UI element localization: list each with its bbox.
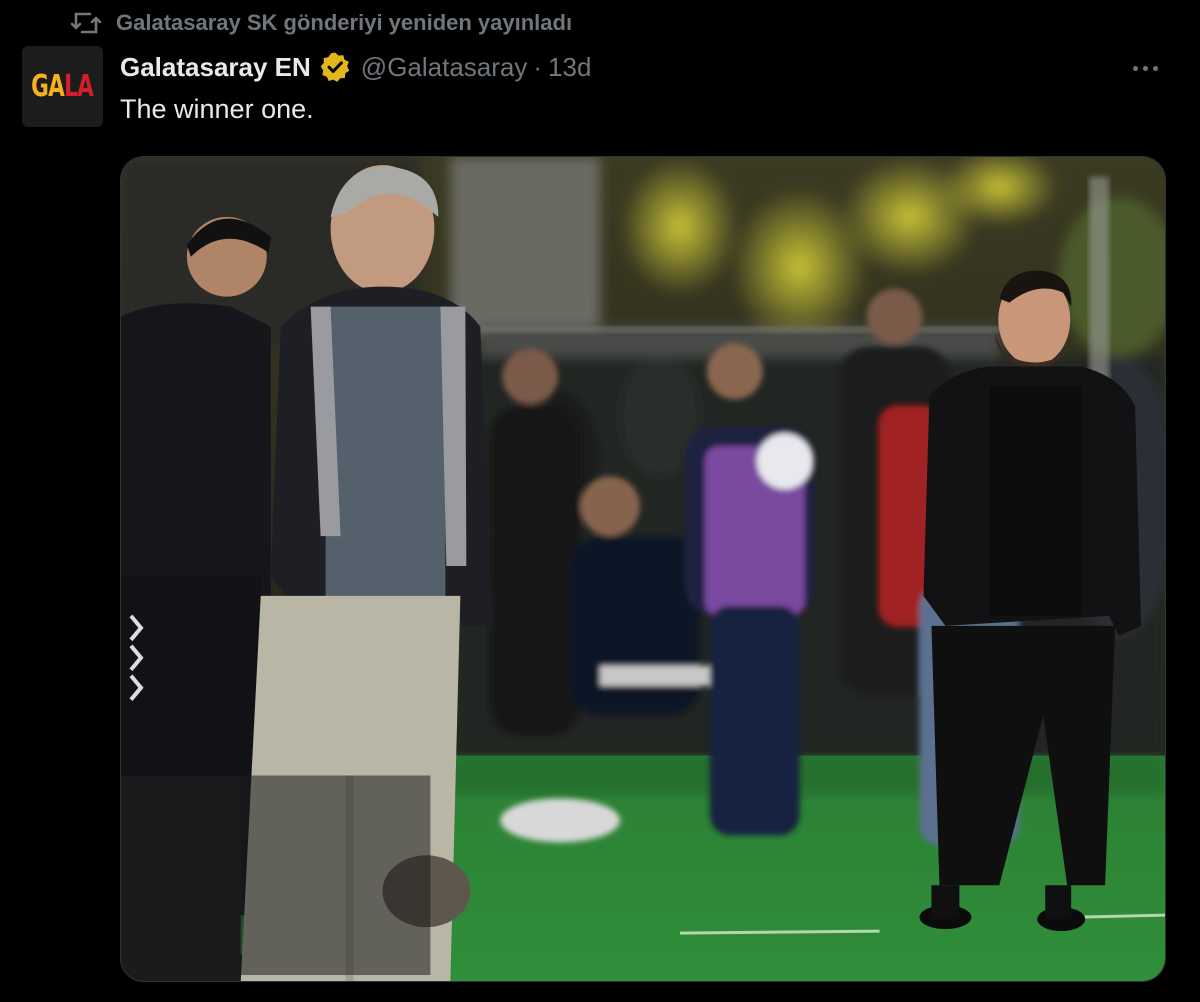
tweet-text: The winner one. — [120, 94, 314, 124]
author-display-name[interactable]: Galatasaray EN — [120, 52, 311, 83]
repost-icon — [70, 12, 102, 34]
repost-indicator[interactable]: Galatasaray SK gönderiyi yeniden yayınla… — [70, 8, 572, 38]
separator-dot: · — [533, 51, 543, 82]
photo-illustration — [121, 157, 1165, 981]
repost-text: Galatasaray SK gönderiyi yeniden yayınla… — [116, 10, 573, 35]
tweet-card[interactable]: Galatasaray SK gönderiyi yeniden yayınla… — [0, 0, 1200, 1002]
club-logo: GA LA — [31, 69, 94, 104]
more-options-icon — [1132, 65, 1138, 71]
more-options-button[interactable] — [1125, 54, 1165, 82]
more-options-icon-dot — [1142, 65, 1148, 71]
post-timestamp[interactable]: 13d — [548, 52, 591, 83]
logo-letters-right: LA — [64, 69, 94, 104]
logo-letters-left: GA — [31, 69, 65, 104]
more-options-icon-dot — [1152, 65, 1158, 71]
avatar[interactable]: GA LA — [22, 46, 103, 127]
verified-badge-icon[interactable] — [319, 51, 351, 83]
author-handle[interactable]: @Galatasaray — [361, 52, 528, 83]
tweet-header: Galatasaray EN @Galatasaray · 13d — [120, 48, 591, 86]
tweet-photo[interactable] — [120, 156, 1166, 982]
